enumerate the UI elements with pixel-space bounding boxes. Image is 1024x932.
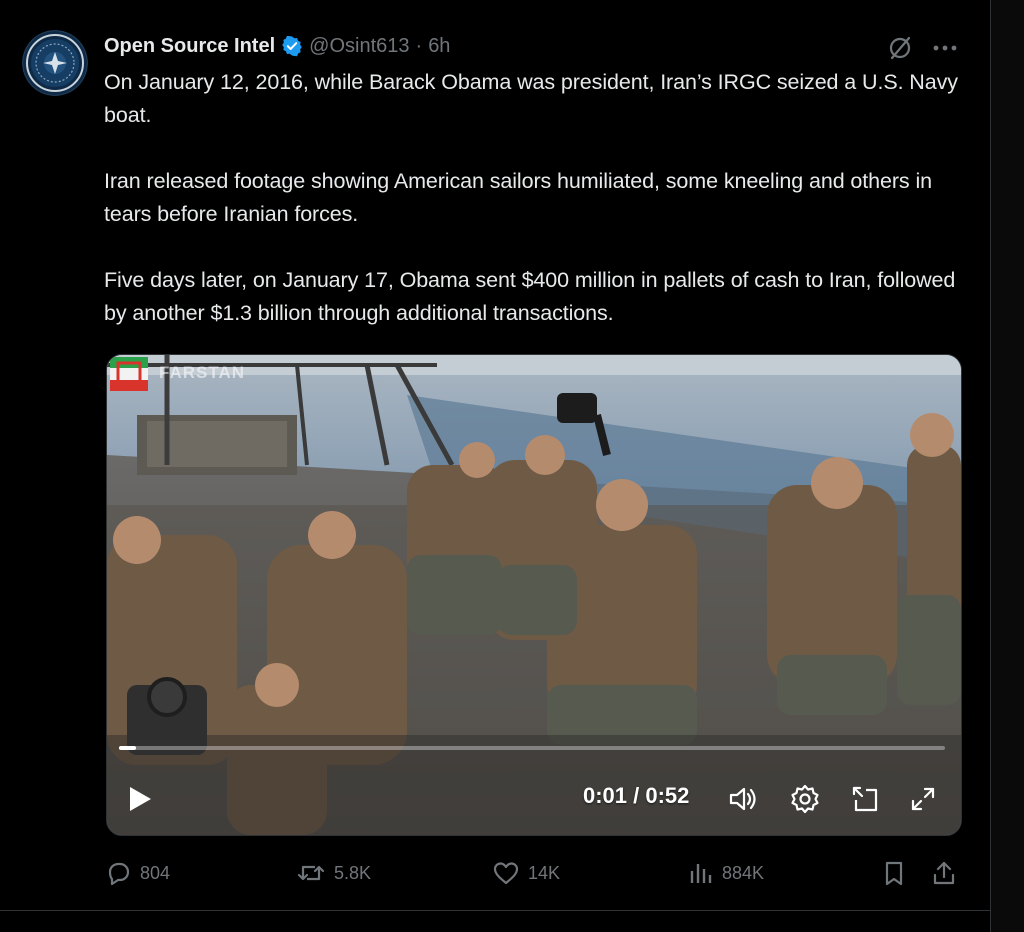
gear-icon[interactable] bbox=[789, 783, 821, 815]
verified-badge-icon bbox=[282, 35, 302, 57]
watermark-text: FARSTAN bbox=[159, 363, 246, 382]
reply-button[interactable]: 804 bbox=[104, 856, 170, 890]
tweet-paragraph: On January 12, 2016, while Barack Obama … bbox=[104, 70, 958, 127]
views-icon bbox=[690, 864, 712, 883]
timestamp[interactable]: 6h bbox=[428, 35, 450, 58]
author-handle[interactable]: @Osint613 bbox=[309, 35, 409, 58]
video-player[interactable]: FARSTAN 0:01 / 0:52 bbox=[106, 354, 962, 836]
bookmark-icon bbox=[885, 861, 903, 886]
more-icon[interactable] bbox=[930, 34, 960, 62]
bookmark-button[interactable] bbox=[880, 856, 908, 890]
tweet-divider bbox=[0, 910, 990, 911]
share-icon bbox=[933, 861, 955, 885]
action-bar: 804 5.8K 14K 884K bbox=[104, 856, 964, 890]
fullscreen-icon[interactable] bbox=[907, 783, 939, 815]
video-progress-fill bbox=[119, 746, 136, 750]
grok-icon[interactable] bbox=[886, 34, 914, 62]
tweet-text: On January 12, 2016, while Barack Obama … bbox=[104, 66, 974, 330]
video-progress-bar[interactable] bbox=[119, 746, 945, 750]
avatar[interactable] bbox=[22, 30, 88, 96]
views-button[interactable]: 884K bbox=[688, 856, 764, 890]
reply-icon bbox=[108, 862, 130, 886]
tweet-header: Open Source Intel @Osint613 · 6h bbox=[104, 33, 450, 59]
play-icon[interactable] bbox=[121, 781, 157, 817]
repost-button[interactable]: 5.8K bbox=[296, 856, 371, 890]
reply-count: 804 bbox=[140, 862, 171, 883]
tweet[interactable]: Open Source Intel @Osint613 · 6h On Janu… bbox=[0, 0, 991, 932]
picture-in-picture-icon[interactable] bbox=[849, 783, 881, 815]
like-button[interactable]: 14K bbox=[492, 856, 560, 890]
repost-count: 5.8K bbox=[334, 862, 372, 883]
like-count: 14K bbox=[528, 862, 561, 883]
watermark-logo bbox=[110, 357, 148, 391]
volume-icon[interactable] bbox=[727, 783, 759, 815]
video-frame bbox=[107, 355, 961, 835]
author-name[interactable]: Open Source Intel bbox=[104, 35, 275, 58]
tweet-paragraph: Five days later, on January 17, Obama se… bbox=[104, 268, 956, 325]
repost-icon bbox=[297, 865, 325, 881]
share-button[interactable] bbox=[930, 856, 958, 890]
heart-icon bbox=[493, 862, 519, 885]
video-time: 0:01 / 0:52 bbox=[583, 783, 690, 808]
tweet-paragraph: Iran released footage showing American s… bbox=[104, 169, 932, 226]
view-count: 884K bbox=[722, 862, 765, 883]
separator: · bbox=[415, 34, 423, 57]
